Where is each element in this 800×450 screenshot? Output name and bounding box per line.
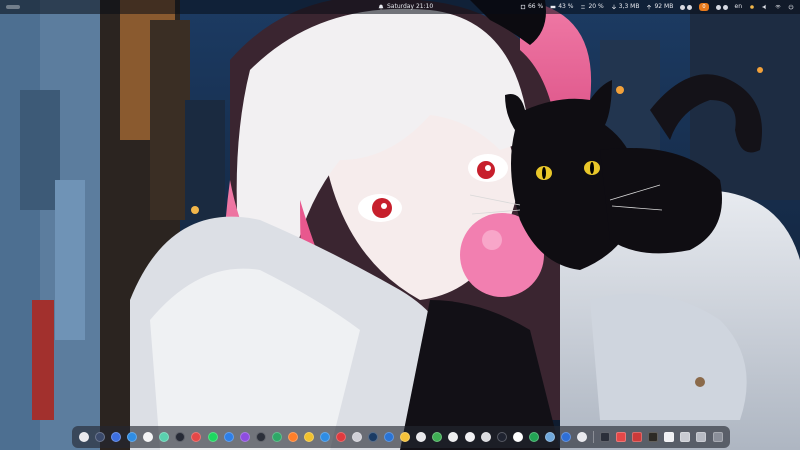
chrome-icon[interactable] xyxy=(303,432,314,442)
vivaldi-icon[interactable] xyxy=(336,432,347,442)
net-down-indicator[interactable]: 3,3 MB xyxy=(611,0,640,14)
opera-icon[interactable] xyxy=(352,432,363,442)
steam-icon[interactable] xyxy=(368,432,379,442)
notes-icon[interactable] xyxy=(400,432,411,442)
edge-icon[interactable] xyxy=(319,432,330,442)
app-launcher-icon[interactable] xyxy=(79,432,90,442)
reader-icon[interactable] xyxy=(480,432,491,442)
downloads-icon[interactable] xyxy=(632,432,643,442)
workspace-indicator[interactable] xyxy=(6,0,20,14)
status-dot xyxy=(715,4,721,10)
vpn-icon[interactable] xyxy=(223,432,234,442)
net-up-indicator[interactable]: 92 MB xyxy=(646,0,673,14)
mail-icon[interactable] xyxy=(191,432,202,442)
settings-icon[interactable] xyxy=(175,432,186,442)
cpu-indicator[interactable]: 66 % xyxy=(520,0,543,14)
firefox-icon[interactable] xyxy=(287,432,298,442)
cpu-icon xyxy=(520,4,526,10)
ram-value: 43 % xyxy=(558,3,574,10)
chat-icon[interactable] xyxy=(159,432,170,442)
speed-icon[interactable] xyxy=(616,432,627,442)
keyboard-layout[interactable]: en xyxy=(735,0,743,14)
maps-icon[interactable] xyxy=(239,432,250,442)
weather-icon[interactable] xyxy=(749,4,755,10)
indicator-dot xyxy=(680,4,686,10)
drive-icon[interactable] xyxy=(432,432,443,442)
spotify-icon[interactable] xyxy=(207,432,218,442)
net-up-value: 92 MB xyxy=(654,3,674,10)
clock[interactable]: Saturday 21:10 xyxy=(378,0,433,14)
arrow-up-icon xyxy=(647,4,652,10)
torrent-icon[interactable] xyxy=(528,432,539,442)
bluetooth-icon[interactable] xyxy=(560,432,571,442)
text-editor-icon[interactable] xyxy=(664,432,675,442)
workspace-1[interactable] xyxy=(6,5,20,9)
thunderbird-icon[interactable] xyxy=(384,432,395,442)
trash-icon[interactable] xyxy=(680,432,691,442)
android-icon[interactable] xyxy=(271,432,282,442)
clock-icon[interactable] xyxy=(464,432,475,442)
show-desktop-icon[interactable] xyxy=(712,432,723,442)
files-icon[interactable] xyxy=(127,432,138,442)
terminal-icon[interactable] xyxy=(95,432,106,442)
screenshot-icon[interactable] xyxy=(544,432,555,442)
status-dots[interactable] xyxy=(715,4,728,10)
indicator-dot xyxy=(687,4,693,10)
clipboard-icon[interactable] xyxy=(416,432,427,442)
top-panel: Saturday 21:10 66 % 43 % 20 % 3,3 MB 92 … xyxy=(0,0,800,14)
indicator-dots[interactable] xyxy=(680,4,693,10)
swap-icon xyxy=(581,5,586,9)
cpu-value: 66 % xyxy=(527,3,544,10)
dock xyxy=(72,426,730,448)
system-indicators: 66 % 43 % 20 % 3,3 MB 92 MB 0 en xyxy=(520,0,794,14)
notification-badge[interactable]: 0 xyxy=(699,3,709,11)
monitor-icon[interactable] xyxy=(696,432,707,442)
game-icon[interactable] xyxy=(512,432,523,442)
arrow-down-icon xyxy=(611,4,616,10)
net-down-value: 3,3 MB xyxy=(618,3,640,10)
bookmark-icon[interactable] xyxy=(448,432,459,442)
notes-alt-icon[interactable] xyxy=(576,432,587,442)
desktop-wallpaper xyxy=(0,0,800,450)
kde-connect-icon[interactable] xyxy=(496,432,507,442)
swap-value: 20 % xyxy=(588,3,604,10)
calendar-icon[interactable] xyxy=(143,432,154,442)
ram-indicator[interactable]: 43 % xyxy=(550,0,573,14)
volume-icon[interactable] xyxy=(762,4,768,10)
swap-indicator[interactable]: 20 % xyxy=(580,0,604,14)
network-icon[interactable] xyxy=(775,4,781,10)
power-icon[interactable] xyxy=(788,4,794,10)
code-icon[interactable] xyxy=(255,432,266,442)
flow-icon[interactable] xyxy=(600,432,611,442)
date-time-label: Saturday 21:10 xyxy=(387,3,434,10)
status-dot xyxy=(722,4,728,10)
dock-separator xyxy=(593,431,595,443)
browser-icon[interactable] xyxy=(111,432,122,442)
bell-icon xyxy=(378,4,384,10)
ram-icon xyxy=(550,5,556,9)
terminal-alt-icon[interactable] xyxy=(648,432,659,442)
